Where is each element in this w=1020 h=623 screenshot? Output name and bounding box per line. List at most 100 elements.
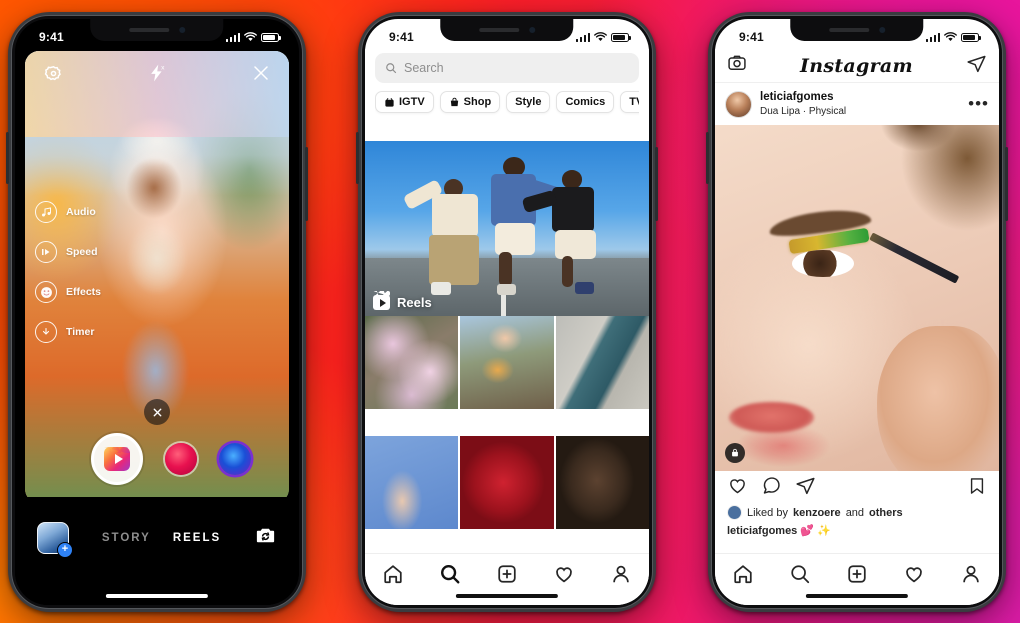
camera-icon[interactable] bbox=[727, 53, 747, 78]
phone-middle-explore: 9:41 Search IGTV Shop Style Comics T Ree… bbox=[356, 12, 658, 612]
grid-cell-hands-blue[interactable] bbox=[365, 435, 459, 529]
tab-activity[interactable] bbox=[553, 563, 575, 585]
pill-shop-label: Shop bbox=[463, 96, 492, 108]
phone-screen: 9:41 x Audio Speed Effects Timer + STORY… bbox=[15, 19, 299, 605]
svg-text:x: x bbox=[161, 65, 165, 72]
phone-screen: 9:41 Instagram leticiafgomes Dua Lipa · … bbox=[715, 19, 999, 605]
explore-featured-reel[interactable]: Reels bbox=[365, 141, 649, 316]
phone-screen: 9:41 Search IGTV Shop Style Comics T Ree… bbox=[365, 19, 649, 605]
tab-activity[interactable] bbox=[903, 563, 925, 585]
bookmark-icon bbox=[970, 477, 984, 494]
settings-icon[interactable] bbox=[41, 61, 65, 85]
reels-hero-label: Reels bbox=[373, 295, 432, 310]
pill-style-label: Style bbox=[515, 96, 542, 108]
caption-username[interactable]: leticiafgomes bbox=[727, 525, 797, 537]
post-caption: leticiafgomes 💕 ✨ bbox=[727, 524, 987, 537]
person-icon bbox=[612, 565, 629, 582]
hero-dancer-middle bbox=[484, 152, 564, 296]
plus-square-icon bbox=[498, 564, 516, 583]
timer-icon bbox=[35, 321, 57, 343]
camera-top-controls: x bbox=[25, 61, 289, 85]
home-indicator bbox=[455, 594, 559, 598]
pill-shop[interactable]: Shop bbox=[439, 91, 501, 113]
pill-style[interactable]: Style bbox=[506, 91, 551, 113]
caption-text: 💕 ✨ bbox=[800, 525, 831, 537]
reels-hero-text: Reels bbox=[397, 295, 432, 310]
tool-audio[interactable]: Audio bbox=[35, 201, 101, 223]
more-options-icon[interactable]: ••• bbox=[968, 95, 989, 111]
gallery-thumbnail-icon[interactable] bbox=[37, 522, 73, 558]
search-icon bbox=[386, 63, 397, 74]
heart-icon bbox=[906, 566, 922, 582]
mode-reels[interactable]: REELS bbox=[173, 532, 221, 544]
post-image-lips bbox=[729, 401, 815, 433]
tab-profile[interactable] bbox=[960, 563, 982, 585]
share-button[interactable] bbox=[795, 475, 816, 501]
tab-search[interactable] bbox=[789, 563, 811, 585]
phone-right-feed: 9:41 Instagram leticiafgomes Dua Lipa · … bbox=[706, 12, 1008, 612]
pill-tv-movies-label: TV & Movies bbox=[629, 96, 639, 108]
notch bbox=[790, 19, 924, 41]
save-button[interactable] bbox=[967, 476, 987, 501]
pill-igtv-label: IGTV bbox=[399, 96, 425, 108]
send-paper-plane-icon[interactable] bbox=[966, 53, 987, 79]
battery-icon bbox=[261, 32, 281, 42]
pill-comics[interactable]: Comics bbox=[556, 91, 615, 113]
flash-off-icon[interactable]: x bbox=[145, 61, 169, 85]
close-icon[interactable] bbox=[249, 61, 273, 85]
search-icon bbox=[791, 564, 810, 583]
page-title: Instagram bbox=[800, 54, 913, 77]
tool-timer[interactable]: Timer bbox=[35, 321, 101, 343]
explore-search-area: Search IGTV Shop Style Comics T bbox=[365, 49, 649, 120]
dismiss-button[interactable] bbox=[144, 399, 170, 425]
pill-tv-movies[interactable]: TV & Movies bbox=[620, 91, 639, 113]
reels-clapper-icon bbox=[373, 295, 390, 310]
grid-cell-family[interactable] bbox=[460, 316, 554, 410]
like-button[interactable] bbox=[727, 475, 748, 501]
status-time: 9:41 bbox=[739, 30, 764, 44]
likes-others[interactable]: others bbox=[869, 507, 903, 519]
front-camera bbox=[179, 27, 185, 33]
tab-add[interactable] bbox=[846, 563, 868, 585]
audio-badge-icon[interactable] bbox=[725, 443, 745, 463]
plus-square-icon bbox=[848, 564, 866, 583]
record-button[interactable] bbox=[91, 433, 143, 485]
post-username[interactable]: leticiafgomes bbox=[760, 90, 960, 104]
signal-bars-icon bbox=[925, 32, 940, 42]
comment-button[interactable] bbox=[761, 475, 782, 501]
pill-comics-label: Comics bbox=[565, 96, 606, 108]
tool-speed-label: Speed bbox=[66, 246, 98, 258]
likes-row: Liked by kenzoere and others bbox=[727, 505, 987, 520]
pill-igtv[interactable]: IGTV bbox=[375, 91, 434, 113]
likes-username[interactable]: kenzoere bbox=[793, 507, 841, 519]
effect-thumb-blue[interactable] bbox=[219, 443, 251, 475]
tab-search[interactable] bbox=[439, 563, 461, 585]
tool-speed[interactable]: Speed bbox=[35, 241, 101, 263]
effects-icon bbox=[35, 281, 57, 303]
grid-cell-red-dress[interactable] bbox=[460, 435, 554, 529]
tab-home[interactable] bbox=[382, 563, 404, 585]
grid-cell-flowers[interactable] bbox=[365, 316, 459, 410]
tab-profile[interactable] bbox=[610, 563, 632, 585]
reels-tool-sidebar: Audio Speed Effects Timer bbox=[35, 201, 101, 343]
signal-bars-icon bbox=[575, 32, 590, 42]
grid-cell-skateboard[interactable] bbox=[555, 316, 649, 410]
effect-thumb-red[interactable] bbox=[165, 443, 197, 475]
post-image[interactable] bbox=[715, 125, 999, 471]
camera-viewfinder[interactable]: x Audio Speed Effects Timer bbox=[25, 51, 289, 503]
flip-camera-icon[interactable] bbox=[254, 524, 277, 552]
tab-home[interactable] bbox=[732, 563, 754, 585]
tool-effects[interactable]: Effects bbox=[35, 281, 101, 303]
capture-controls bbox=[25, 433, 289, 485]
search-input[interactable]: Search bbox=[375, 53, 639, 83]
battery-icon bbox=[611, 32, 631, 42]
mode-story[interactable]: STORY bbox=[102, 532, 151, 544]
grid-cell-portrait[interactable] bbox=[555, 435, 649, 529]
tool-timer-label: Timer bbox=[66, 326, 95, 338]
avatar[interactable] bbox=[725, 90, 752, 118]
post-audio-label[interactable]: Dua Lipa · Physical bbox=[760, 105, 960, 118]
status-time: 9:41 bbox=[389, 30, 414, 44]
tab-add[interactable] bbox=[496, 563, 518, 585]
search-icon bbox=[441, 564, 460, 583]
home-indicator bbox=[805, 594, 909, 598]
